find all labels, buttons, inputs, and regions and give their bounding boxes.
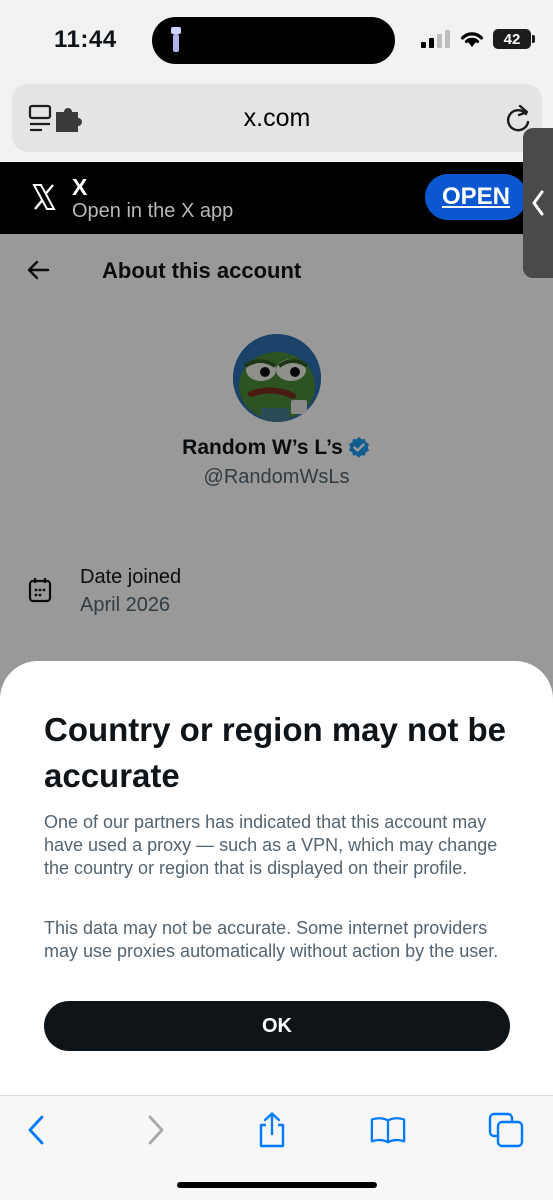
forward-button[interactable] bbox=[138, 1112, 174, 1148]
back-arrow-icon[interactable] bbox=[26, 258, 50, 282]
date-joined-label: Date joined bbox=[80, 566, 182, 588]
battery-indicator: 42 bbox=[493, 29, 535, 49]
tabs-button[interactable] bbox=[488, 1112, 524, 1148]
profile-handle: @RandomWsLs bbox=[203, 466, 350, 488]
open-app-button[interactable]: OPEN bbox=[425, 174, 527, 220]
share-icon bbox=[259, 1112, 285, 1148]
sheet-title: Country or region may not be accurate bbox=[44, 711, 507, 794]
chevron-left-icon bbox=[532, 190, 544, 216]
banner-title: X bbox=[72, 174, 88, 200]
share-button[interactable] bbox=[254, 1112, 290, 1148]
banner-subtitle: Open in the X app bbox=[72, 200, 234, 222]
page-title: About this account bbox=[102, 258, 302, 283]
date-joined-value: April 2026 bbox=[80, 594, 171, 616]
bookmarks-button[interactable] bbox=[370, 1112, 406, 1148]
wifi-icon bbox=[460, 32, 484, 47]
flashlight-icon bbox=[171, 27, 181, 52]
browser-toolbar bbox=[0, 1095, 553, 1200]
status-bar: 11:44 42 bbox=[0, 0, 553, 80]
sheet-body-proxy-notice: One of our partners has indicated that t… bbox=[44, 812, 498, 878]
dynamic-island bbox=[152, 17, 395, 64]
cellular-signal-icon bbox=[421, 30, 450, 48]
home-indicator[interactable] bbox=[177, 1182, 377, 1188]
page-header: About this account bbox=[0, 234, 553, 306]
status-indicators: 42 bbox=[421, 28, 535, 50]
side-panel-handle[interactable] bbox=[523, 128, 553, 278]
status-time: 11:44 bbox=[54, 26, 117, 53]
x-logo-icon bbox=[32, 184, 56, 210]
open-in-app-banner: X Open in the X app OPEN bbox=[0, 162, 553, 234]
battery-level: 42 bbox=[503, 30, 521, 48]
profile-name: Random W’s L’s bbox=[182, 436, 343, 459]
url-text: x.com bbox=[243, 104, 311, 132]
calendar-icon bbox=[28, 578, 52, 603]
chevron-right-icon bbox=[148, 1115, 164, 1145]
back-button[interactable] bbox=[18, 1112, 54, 1148]
info-bottom-sheet: Country or region may not be accurate On… bbox=[0, 661, 553, 1095]
ok-button[interactable]: OK bbox=[44, 1001, 510, 1051]
sheet-body-accuracy-notice: This data may not be accurate. Some inte… bbox=[44, 918, 499, 961]
browser-address-area: x.com bbox=[0, 80, 553, 278]
book-icon bbox=[370, 1117, 406, 1144]
verified-badge-icon bbox=[348, 437, 369, 458]
pepe-avatar-icon bbox=[233, 334, 321, 422]
tabs-icon bbox=[488, 1112, 524, 1148]
avatar[interactable] bbox=[233, 334, 321, 422]
address-bar[interactable]: x.com bbox=[12, 84, 542, 152]
chevron-left-icon bbox=[28, 1115, 44, 1145]
profile-name-row: Random W’s L’s bbox=[0, 436, 553, 460]
